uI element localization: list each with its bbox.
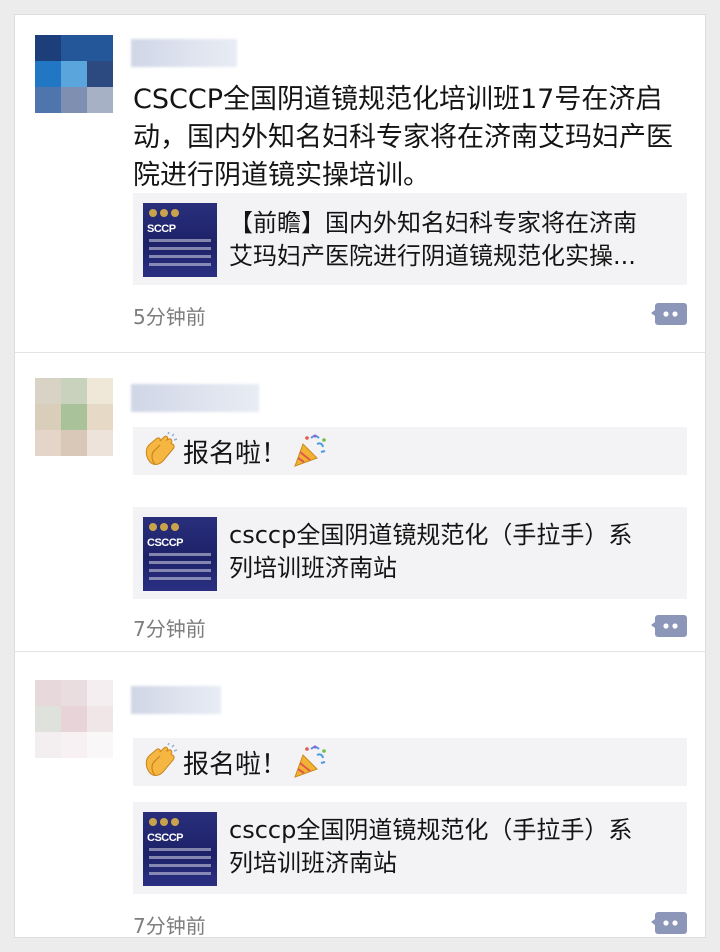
username-blurred[interactable] bbox=[131, 39, 237, 67]
status-text-box: 报名啦！ bbox=[133, 427, 687, 475]
article-thumbnail: CSCCP bbox=[143, 517, 217, 591]
feed-post: 报名啦！ CSCCP csccp全国阴道镜规范化（手拉手）系 列培训班济南站 7… bbox=[15, 353, 705, 652]
party-popper-icon bbox=[294, 745, 326, 778]
status-text-box: 报名啦！ bbox=[133, 738, 687, 786]
username-blurred[interactable] bbox=[131, 384, 259, 412]
avatar[interactable] bbox=[35, 35, 113, 113]
clapping-hands-icon bbox=[145, 432, 178, 465]
link-card[interactable]: SCCP 【前瞻】国内外知名妇科专家将在济南 艾玛妇产医院进行阴道镜规范化实操.… bbox=[133, 193, 687, 285]
post-text: CSCCP全国阴道镜规范化培训班17号在济启动，国内外知名妇科专家将在济南艾玛妇… bbox=[133, 84, 673, 191]
status-text: 报名啦！ bbox=[183, 749, 288, 780]
link-card[interactable]: CSCCP csccp全国阴道镜规范化（手拉手）系 列培训班济南站 bbox=[133, 507, 687, 599]
comment-icon[interactable] bbox=[651, 613, 687, 639]
moments-feed: CSCCP全国阴道镜规范化培训班17号在济启动，国内外知名妇科专家将在济南艾玛妇… bbox=[14, 14, 706, 938]
comment-icon[interactable] bbox=[651, 301, 687, 327]
article-thumbnail: SCCP bbox=[143, 203, 217, 277]
feed-post: 报名啦！ CSCCP csccp全国阴道镜规范化（手拉手）系 列培训班济南站 7… bbox=[15, 652, 705, 938]
link-card[interactable]: CSCCP csccp全国阴道镜规范化（手拉手）系 列培训班济南站 bbox=[133, 802, 687, 894]
avatar[interactable] bbox=[35, 680, 113, 758]
link-title: csccp全国阴道镜规范化（手拉手）系 列培训班济南站 bbox=[229, 816, 633, 877]
link-title: csccp全国阴道镜规范化（手拉手）系 列培训班济南站 bbox=[229, 521, 633, 582]
feed-post: CSCCP全国阴道镜规范化培训班17号在济启动，国内外知名妇科专家将在济南艾玛妇… bbox=[15, 15, 705, 353]
clapping-hands-icon bbox=[145, 743, 178, 776]
post-timestamp: 7分钟前 bbox=[133, 617, 206, 641]
post-timestamp: 7分钟前 bbox=[133, 914, 206, 938]
comment-icon[interactable] bbox=[651, 910, 687, 936]
avatar[interactable] bbox=[35, 378, 113, 456]
status-text: 报名啦！ bbox=[183, 438, 288, 469]
username-blurred[interactable] bbox=[131, 686, 221, 714]
link-title: 【前瞻】国内外知名妇科专家将在济南 艾玛妇产医院进行阴道镜规范化实操... bbox=[229, 209, 637, 270]
party-popper-icon bbox=[294, 434, 326, 467]
article-thumbnail: CSCCP bbox=[143, 812, 217, 886]
post-timestamp: 5分钟前 bbox=[133, 305, 206, 329]
